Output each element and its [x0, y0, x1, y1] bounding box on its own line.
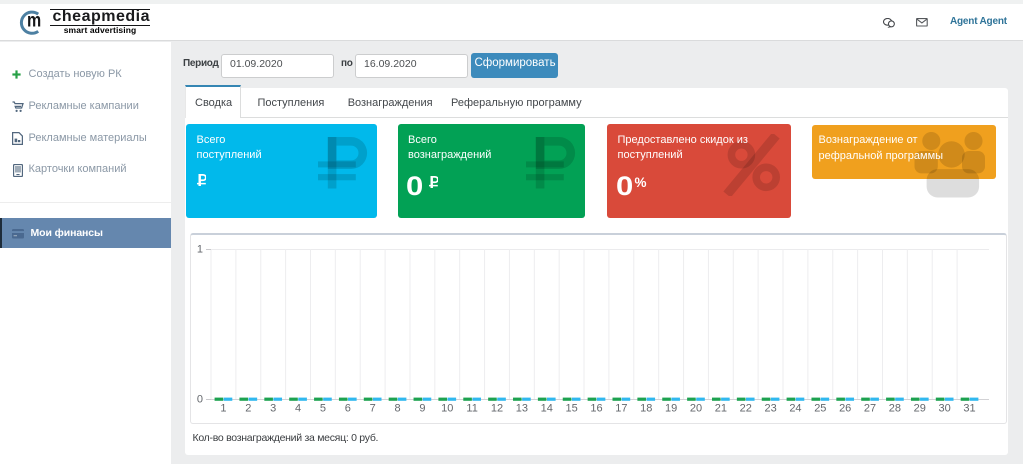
svg-text:26: 26: [839, 402, 851, 414]
svg-text:12: 12: [491, 402, 503, 414]
svg-text:27: 27: [864, 402, 876, 414]
svg-text:29: 29: [914, 402, 926, 414]
svg-text:13: 13: [516, 402, 528, 414]
svg-text:11: 11: [466, 402, 477, 414]
svg-text:15: 15: [565, 402, 577, 414]
svg-text:23: 23: [764, 402, 776, 414]
svg-text:21: 21: [715, 402, 727, 414]
svg-text:9: 9: [419, 402, 425, 414]
svg-text:31: 31: [963, 402, 975, 414]
svg-text:1: 1: [220, 402, 226, 414]
svg-text:5: 5: [320, 402, 326, 414]
svg-text:22: 22: [740, 402, 752, 414]
svg-text:19: 19: [665, 402, 677, 414]
svg-text:8: 8: [394, 402, 400, 414]
svg-text:20: 20: [690, 402, 702, 414]
svg-text:10: 10: [441, 402, 453, 414]
svg-text:3: 3: [270, 402, 276, 414]
svg-text:17: 17: [615, 402, 627, 414]
svg-text:25: 25: [814, 402, 826, 414]
svg-text:28: 28: [889, 402, 901, 414]
svg-text:18: 18: [640, 402, 652, 414]
svg-text:16: 16: [590, 402, 602, 414]
svg-text:24: 24: [789, 402, 801, 414]
svg-text:4: 4: [295, 402, 301, 414]
svg-text:14: 14: [541, 402, 553, 414]
svg-text:30: 30: [939, 402, 951, 414]
svg-text:0: 0: [197, 393, 203, 405]
svg-text:2: 2: [245, 402, 251, 414]
svg-text:1: 1: [197, 243, 203, 255]
svg-text:7: 7: [370, 402, 376, 414]
svg-text:6: 6: [345, 402, 351, 414]
